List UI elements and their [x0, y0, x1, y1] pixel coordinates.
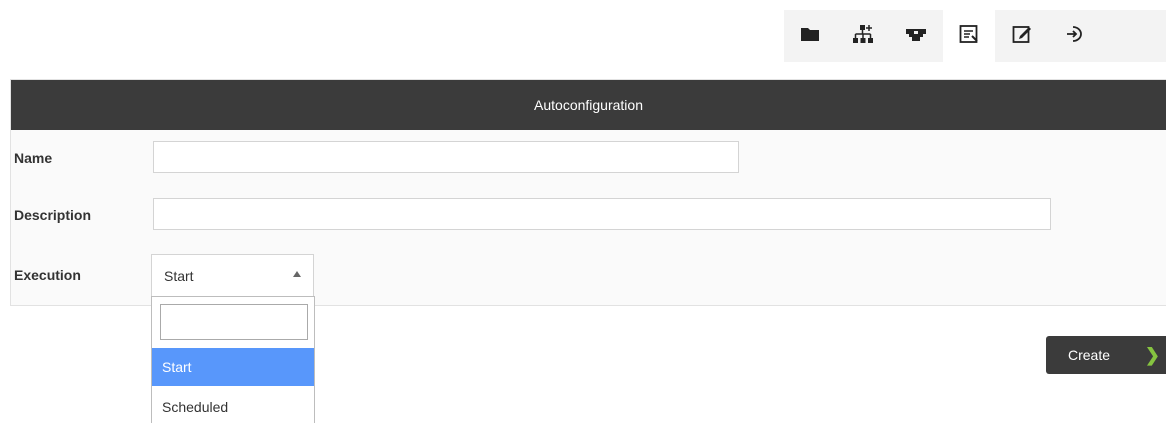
name-input[interactable]: [153, 141, 739, 173]
chevron-right-icon: ❯: [1144, 345, 1160, 365]
exit-icon: [1064, 23, 1086, 50]
execution-select[interactable]: Start: [151, 254, 314, 296]
execution-selected-value: Start: [164, 267, 194, 284]
chevron-up-icon: [293, 271, 301, 277]
create-button-label: Create: [1068, 347, 1111, 363]
option-start[interactable]: Start: [152, 348, 314, 386]
panel-title: Autoconfiguration: [11, 80, 1166, 130]
folder-icon: [799, 23, 821, 50]
plugin-button[interactable]: [890, 10, 942, 62]
dropdown-search-input[interactable]: [160, 304, 308, 340]
edit-icon: [1011, 23, 1033, 50]
description-input[interactable]: [153, 198, 1051, 230]
option-label: Start: [162, 359, 192, 375]
report-button[interactable]: [943, 10, 995, 62]
create-button[interactable]: Create ❯: [1046, 336, 1166, 374]
plugin-icon: [905, 23, 927, 50]
execution-dropdown: Start Scheduled: [151, 296, 315, 423]
folder-button[interactable]: [784, 10, 836, 62]
report-icon: [958, 23, 980, 50]
edit-button[interactable]: [996, 10, 1048, 62]
network-add-button[interactable]: [837, 10, 889, 62]
description-label: Description: [14, 207, 92, 223]
name-label: Name: [14, 150, 53, 166]
option-scheduled[interactable]: Scheduled: [152, 388, 314, 426]
exit-button[interactable]: [1049, 10, 1101, 62]
option-label: Scheduled: [162, 399, 229, 415]
execution-label: Execution: [14, 267, 81, 283]
network-add-icon: [852, 23, 874, 50]
top-toolbar: [784, 10, 1166, 62]
